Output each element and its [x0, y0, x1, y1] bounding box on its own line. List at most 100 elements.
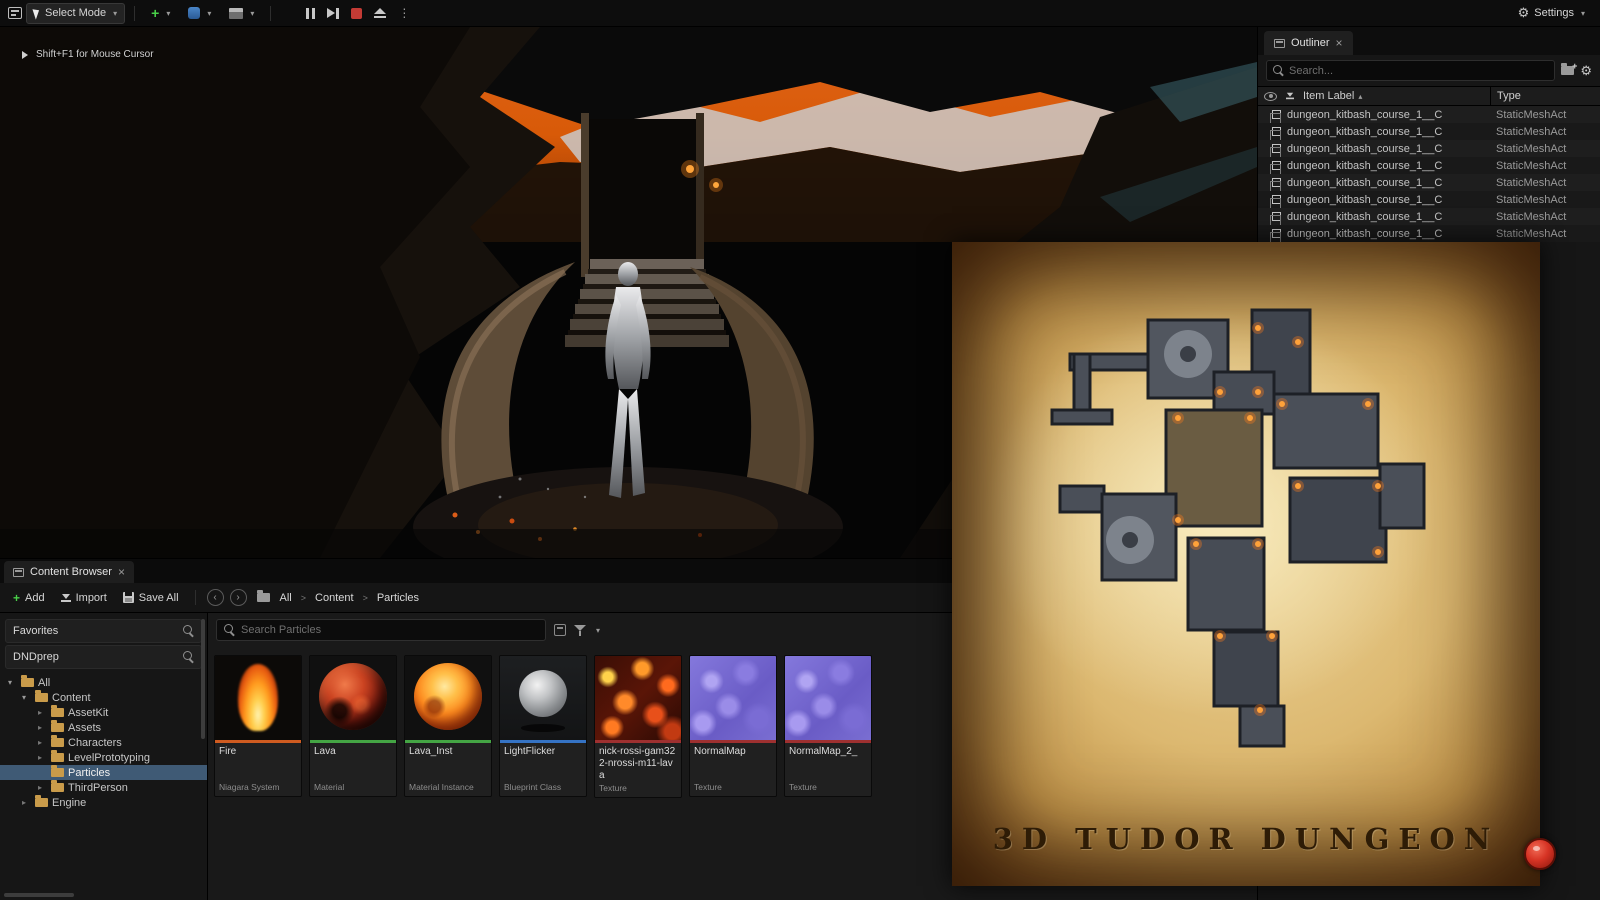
- tree-item-label: LevelPrototyping: [68, 752, 150, 764]
- breadcrumb-particles[interactable]: Particles: [377, 592, 419, 604]
- toolbar-divider: [195, 590, 196, 605]
- filter-icon[interactable]: [574, 625, 586, 636]
- favorites-section-header[interactable]: Favorites: [5, 619, 202, 643]
- asset-tile-lava-inst[interactable]: Lava_Inst Material Instance: [404, 655, 492, 797]
- tree-item-thirdperson[interactable]: ThirdPerson: [0, 780, 207, 795]
- asset-tile-lightflicker[interactable]: LightFlicker Blueprint Class: [499, 655, 587, 797]
- breadcrumb-content[interactable]: Content: [315, 592, 354, 604]
- outliner-row[interactable]: dungeon_kitbash_course_1__C StaticMeshAc…: [1258, 174, 1600, 191]
- outliner-settings-icon[interactable]: [1580, 63, 1592, 79]
- expand-arrow-icon[interactable]: [38, 753, 47, 762]
- tree-item-label: AssetKit: [68, 707, 108, 719]
- new-folder-icon[interactable]: [1561, 66, 1574, 75]
- outliner-search-box[interactable]: [1266, 60, 1555, 81]
- outliner-row[interactable]: dungeon_kitbash_course_1__C StaticMeshAc…: [1258, 208, 1600, 225]
- stop-button[interactable]: [351, 8, 362, 19]
- select-mode-dropdown[interactable]: Select Mode: [26, 3, 125, 24]
- asset-type: Texture: [690, 781, 776, 796]
- asset-search-box[interactable]: [216, 619, 546, 641]
- toolbar-divider: [134, 6, 135, 21]
- asset-tile-lava[interactable]: Lava Material: [309, 655, 397, 797]
- expand-arrow-icon[interactable]: [8, 678, 17, 687]
- settings-dropdown[interactable]: Settings: [1511, 3, 1592, 24]
- column-item-label[interactable]: Item Label: [1303, 90, 1354, 102]
- pause-button[interactable]: [306, 8, 315, 19]
- tree-item-characters[interactable]: Characters: [0, 735, 207, 750]
- blueprints-button[interactable]: [181, 3, 218, 24]
- save-search-icon[interactable]: [554, 624, 566, 636]
- add-button[interactable]: Add: [8, 587, 50, 609]
- search-icon[interactable]: [183, 625, 194, 637]
- outliner-row[interactable]: dungeon_kitbash_course_1__C StaticMeshAc…: [1258, 191, 1600, 208]
- search-icon[interactable]: [183, 651, 194, 663]
- asset-tile-normalmap[interactable]: NormalMap Texture: [689, 655, 777, 797]
- viewport-cursor-hint: Shift+F1 for Mouse Cursor: [22, 49, 154, 60]
- add-actor-button[interactable]: [144, 3, 177, 24]
- outliner-row[interactable]: dungeon_kitbash_course_1__C StaticMeshAc…: [1258, 106, 1600, 123]
- outliner-row[interactable]: dungeon_kitbash_course_1__C StaticMeshAc…: [1258, 140, 1600, 157]
- sidebar-vertical-scrollbar[interactable]: [201, 619, 205, 739]
- expand-arrow-icon[interactable]: [38, 723, 47, 732]
- folder-icon: [51, 708, 64, 717]
- favorites-label: Favorites: [13, 625, 58, 637]
- search-icon: [1273, 65, 1284, 77]
- save-all-button[interactable]: Save All: [118, 587, 184, 609]
- expand-arrow-icon[interactable]: [22, 798, 31, 807]
- outliner-search-input[interactable]: [1289, 65, 1548, 77]
- visibility-eye-icon[interactable]: [1264, 92, 1277, 101]
- tree-item-particles[interactable]: Particles: [0, 765, 207, 780]
- outliner-row[interactable]: dungeon_kitbash_course_1__C StaticMeshAc…: [1258, 225, 1600, 242]
- cinematics-button[interactable]: [222, 3, 261, 24]
- tree-item-assetkit[interactable]: AssetKit: [0, 705, 207, 720]
- asset-name: NormalMap_2_: [785, 743, 871, 781]
- save-level-icon[interactable]: [8, 7, 22, 19]
- tree-item-engine[interactable]: Engine: [0, 795, 207, 810]
- breadcrumb-all[interactable]: All: [280, 592, 292, 604]
- static-mesh-icon: [1272, 178, 1281, 187]
- import-label: Import: [76, 592, 107, 604]
- content-browser-tab-label: Content Browser: [30, 566, 112, 578]
- add-label: Add: [25, 592, 45, 604]
- breadcrumb-chevron-icon: [363, 593, 368, 603]
- outliner-item-label: dungeon_kitbash_course_1__C: [1287, 177, 1442, 189]
- eject-button[interactable]: [374, 8, 386, 18]
- tree-item-label: Engine: [52, 797, 86, 809]
- asset-tile-nick-rossi-lava[interactable]: nick-rossi-gam322-nrossi-m11-lava Textur…: [594, 655, 682, 798]
- expand-arrow-icon[interactable]: [22, 693, 31, 702]
- tree-item-all[interactable]: All: [0, 675, 207, 690]
- outliner-item-label: dungeon_kitbash_course_1__C: [1287, 126, 1442, 138]
- close-icon[interactable]: [1336, 37, 1343, 49]
- tree-item-content[interactable]: Content: [0, 690, 207, 705]
- outliner-row[interactable]: dungeon_kitbash_course_1__C StaticMeshAc…: [1258, 123, 1600, 140]
- static-mesh-icon: [1272, 144, 1281, 153]
- forward-button[interactable]: [230, 589, 247, 606]
- tree-item-levelprototyping[interactable]: LevelPrototyping: [0, 750, 207, 765]
- project-section-header[interactable]: DNDprep: [5, 645, 202, 669]
- back-button[interactable]: [207, 589, 224, 606]
- project-label: DNDprep: [13, 651, 59, 663]
- column-type-label[interactable]: Type: [1497, 90, 1521, 102]
- expand-arrow-icon[interactable]: [38, 783, 47, 792]
- close-icon[interactable]: [118, 566, 125, 578]
- chevron-down-icon[interactable]: [596, 626, 600, 635]
- tree-item-assets[interactable]: Assets: [0, 720, 207, 735]
- pin-column-icon[interactable]: [1286, 93, 1294, 99]
- asset-search-input[interactable]: [241, 624, 538, 636]
- lava-thumbnail: [310, 656, 396, 740]
- expand-arrow-icon[interactable]: [38, 708, 47, 717]
- asset-tile-fire[interactable]: Fire Niagara System: [214, 655, 302, 797]
- cursor-hint-text: Shift+F1 for Mouse Cursor: [36, 49, 154, 60]
- add-actor-icon: [151, 6, 159, 20]
- frame-skip-button[interactable]: [327, 8, 339, 19]
- tab-outliner[interactable]: Outliner: [1264, 31, 1353, 55]
- tree-item-label: All: [38, 677, 50, 689]
- asset-tile-normalmap-2[interactable]: NormalMap_2_ Texture: [784, 655, 872, 797]
- import-button[interactable]: Import: [56, 587, 112, 609]
- outliner-row[interactable]: dungeon_kitbash_course_1__C StaticMeshAc…: [1258, 157, 1600, 174]
- playback-options-icon[interactable]: [398, 4, 410, 22]
- tab-content-browser[interactable]: Content Browser: [4, 561, 134, 583]
- expand-arrow-icon[interactable]: [38, 738, 47, 747]
- toolbar-expand-icon[interactable]: [22, 51, 28, 59]
- folder-icon: [51, 723, 64, 732]
- sidebar-horizontal-scrollbar[interactable]: [4, 893, 74, 897]
